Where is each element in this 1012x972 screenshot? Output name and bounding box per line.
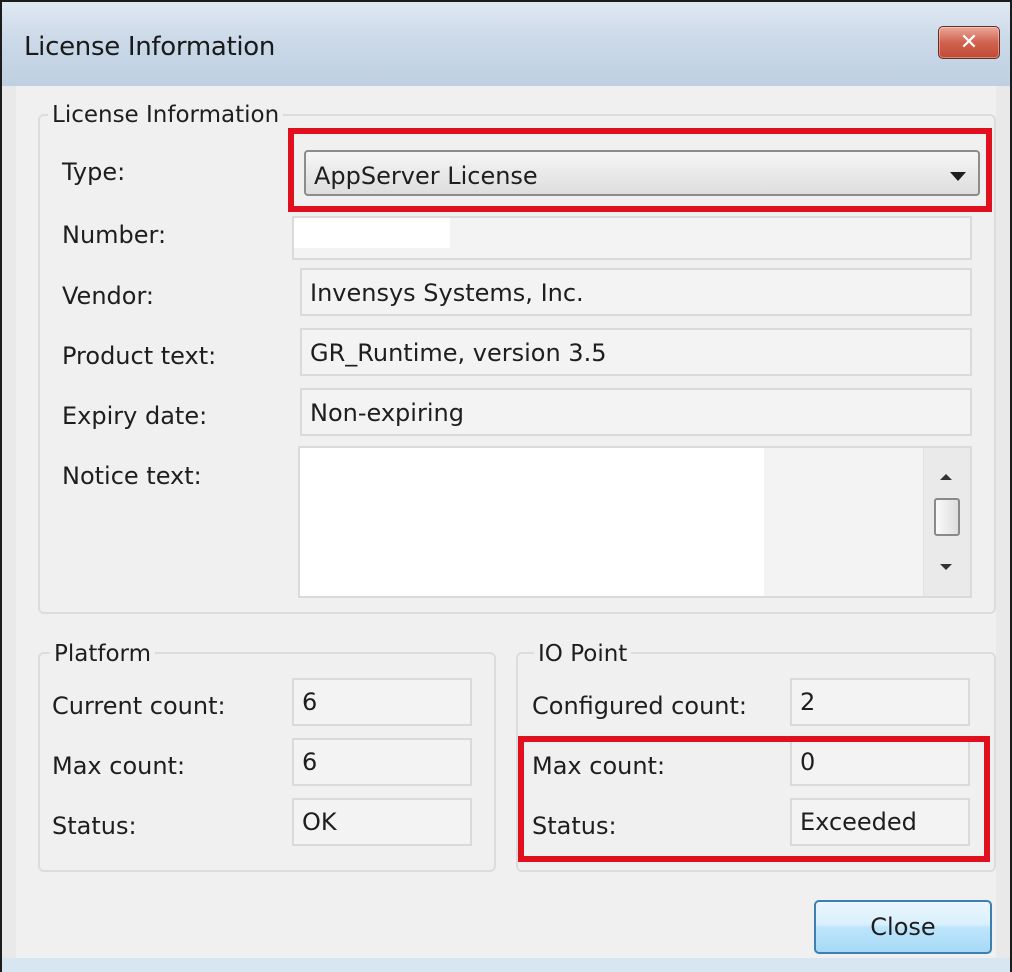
chevron-down-icon (950, 172, 966, 181)
expiry-date-field: Non-expiring (300, 388, 972, 436)
product-text-field: GR_Runtime, version 3.5 (300, 328, 972, 376)
io-configured-count-label: Configured count: (532, 692, 747, 720)
platform-max-count-field: 6 (292, 738, 472, 786)
platform-status-field: OK (292, 798, 472, 846)
io-max-count-field: 0 (790, 738, 970, 786)
close-icon: ✕ (959, 30, 979, 55)
vendor-label: Vendor: (62, 282, 154, 310)
title-bar[interactable]: License Information ✕ (2, 2, 1010, 86)
close-button[interactable]: Close (814, 900, 992, 954)
notice-text-area[interactable] (298, 446, 972, 598)
type-label: Type: (62, 158, 126, 186)
platform-current-count-label: Current count: (52, 692, 226, 720)
io-status-label: Status: (532, 812, 617, 840)
expiry-date-label: Expiry date: (62, 402, 208, 430)
platform-current-count-field: 6 (292, 678, 472, 726)
product-text-label: Product text: (62, 342, 217, 370)
io-point-group-label: IO Point (534, 641, 632, 667)
license-information-group-label: License Information (48, 102, 284, 128)
platform-status-label: Status: (52, 812, 137, 840)
notice-text-label: Notice text: (62, 462, 202, 490)
vendor-field: Invensys Systems, Inc. (300, 268, 972, 316)
license-type-value: AppServer License (314, 162, 538, 190)
io-max-count-label: Max count: (532, 752, 666, 780)
io-configured-count-field: 2 (790, 678, 970, 726)
io-status-field: Exceeded (790, 798, 970, 846)
scroll-up-icon[interactable] (940, 474, 952, 480)
dialog-client-area: License Information Type: AppServer Lice… (16, 86, 996, 972)
number-label: Number: (62, 221, 167, 249)
notice-scrollbar[interactable] (923, 448, 970, 596)
number-redacted-area (294, 218, 450, 248)
window-close-button[interactable]: ✕ (938, 26, 1000, 59)
window-title: License Information (24, 32, 276, 62)
license-type-dropdown[interactable]: AppServer License (304, 150, 980, 196)
platform-max-count-label: Max count: (52, 752, 186, 780)
number-field (292, 216, 972, 260)
window-bottom-border (2, 958, 1010, 972)
notice-text-content (300, 448, 764, 596)
scroll-down-icon[interactable] (940, 564, 952, 570)
license-information-dialog: License Information ✕ License Informatio… (0, 0, 1012, 972)
platform-group-label: Platform (50, 641, 155, 667)
scroll-thumb[interactable] (934, 498, 960, 536)
